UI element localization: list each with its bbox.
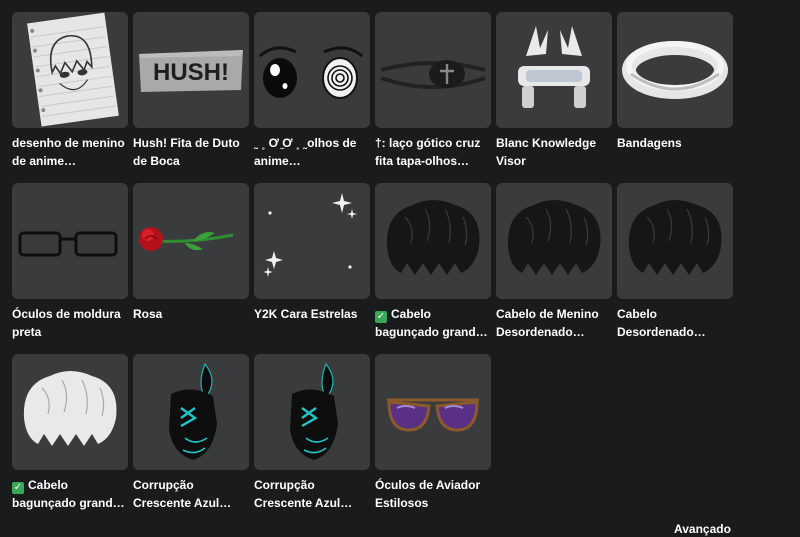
accessory-item[interactable]: Corrupção Crescente Azul… xyxy=(133,354,249,523)
svg-text:HUSH!: HUSH! xyxy=(153,59,229,86)
black-hair-icon xyxy=(628,200,722,275)
item-name: Rosa xyxy=(133,305,249,323)
black-hair-icon xyxy=(507,200,601,275)
accessory-item[interactable]: ˷ ˳ Ơ ̫Ơ ˳ ˷olhos de anime… xyxy=(254,12,370,181)
item-name: ✓ Cabelo bagunçado grand… xyxy=(375,305,491,341)
accessory-item[interactable]: ✓ Cabelo bagunçado grand… xyxy=(375,183,491,352)
item-name: Cabelo de Menino Desordenado… xyxy=(496,305,612,341)
stars-icon xyxy=(263,193,357,277)
accessory-item[interactable]: Bandagens xyxy=(617,12,733,181)
accessory-item[interactable]: Blanc Knowledge Visor xyxy=(496,12,612,181)
duct-tape-icon: HUSH! xyxy=(139,50,243,92)
item-name-text: Bandagens xyxy=(617,136,682,150)
rose-icon xyxy=(139,227,234,251)
corruption-icon xyxy=(169,362,217,460)
accessory-item[interactable]: Cabelo de Menino Desordenado… xyxy=(496,183,612,352)
item-thumbnail[interactable] xyxy=(254,183,370,299)
item-name-text: †: laço gótico cruz fita tapa-olhos… xyxy=(375,136,481,168)
item-name: Blanc Knowledge Visor xyxy=(496,134,612,170)
accessory-item[interactable]: Rosa xyxy=(133,183,249,352)
anime-eyes-icon xyxy=(259,46,363,99)
item-name: Óculos de Aviador Estilosos xyxy=(375,476,491,512)
equipped-check-icon: ✓ xyxy=(375,311,387,323)
item-thumbnail[interactable] xyxy=(375,354,491,470)
item-name: Y2K Cara Estrelas xyxy=(254,305,370,323)
item-name-text: Cabelo de Menino Desordenado… xyxy=(496,307,599,339)
gothic-eyepatch-icon xyxy=(380,60,486,89)
item-name-text: Óculos de moldura preta xyxy=(12,307,121,339)
item-name: Corrupção Crescente Azul… xyxy=(133,476,249,512)
item-thumbnail[interactable] xyxy=(617,183,733,299)
accessory-item[interactable]: HUSH! Hush! Fita de Duto de Boca xyxy=(133,12,249,181)
item-name-text: Cabelo Desordenado… xyxy=(617,307,706,339)
item-name-text: Óculos de Aviador Estilosos xyxy=(375,478,481,510)
item-thumbnail[interactable] xyxy=(254,354,370,470)
item-name: Bandagens xyxy=(617,134,733,152)
item-name: Hush! Fita de Duto de Boca xyxy=(133,134,249,170)
item-name: Corrupção Crescente Azul… xyxy=(254,476,370,512)
accessory-item[interactable]: Y2K Cara Estrelas xyxy=(254,183,370,352)
item-thumbnail[interactable] xyxy=(12,354,128,470)
item-name-text: Cabelo bagunçado grand… xyxy=(12,478,125,510)
item-thumbnail[interactable] xyxy=(375,183,491,299)
item-thumbnail[interactable] xyxy=(375,12,491,128)
item-name-text: Cabelo bagunçado grand… xyxy=(375,307,488,339)
sketch-paper-icon xyxy=(27,12,119,127)
black-glasses-icon xyxy=(18,231,118,257)
item-name-text: Corrupção Crescente Azul… xyxy=(254,478,353,510)
aviator-glasses-icon xyxy=(387,398,479,432)
accessory-grid: desenho de menino de anime… HUSH! Hush! F… xyxy=(12,12,733,523)
item-name-text: Corrupção Crescente Azul… xyxy=(133,478,232,510)
item-thumbnail[interactable] xyxy=(133,183,249,299)
accessory-item[interactable]: ✓ Cabelo bagunçado grand… xyxy=(12,354,128,523)
item-name-text: Y2K Cara Estrelas xyxy=(254,307,358,321)
item-name: Cabelo Desordenado… xyxy=(617,305,733,341)
item-name-text: Blanc Knowledge Visor xyxy=(496,136,597,168)
advanced-link[interactable]: Avançado xyxy=(674,522,731,536)
item-name: ✓ Cabelo bagunçado grand… xyxy=(12,476,128,512)
item-thumbnail[interactable] xyxy=(254,12,370,128)
accessory-item[interactable]: Cabelo Desordenado… xyxy=(617,183,733,352)
white-hair-icon xyxy=(23,371,117,446)
item-thumbnail[interactable] xyxy=(12,183,128,299)
accessory-item[interactable]: Óculos de moldura preta xyxy=(12,183,128,352)
item-thumbnail[interactable] xyxy=(12,12,128,128)
corruption-icon xyxy=(290,362,338,460)
black-hair-icon xyxy=(386,200,480,275)
item-name-text: Hush! Fita de Duto de Boca xyxy=(133,136,240,168)
item-name: †: laço gótico cruz fita tapa-olhos… xyxy=(375,134,491,170)
item-thumbnail[interactable] xyxy=(617,12,733,128)
item-thumbnail[interactable] xyxy=(496,183,612,299)
accessory-item[interactable]: †: laço gótico cruz fita tapa-olhos… xyxy=(375,12,491,181)
item-name-text: desenho de menino de anime… xyxy=(12,136,125,168)
visor-icon xyxy=(518,26,590,108)
equipped-check-icon: ✓ xyxy=(12,482,24,494)
accessory-item[interactable]: Óculos de Aviador Estilosos xyxy=(375,354,491,523)
item-thumbnail[interactable]: HUSH! xyxy=(133,12,249,128)
bandage-icon xyxy=(622,41,728,99)
accessory-item[interactable]: desenho de menino de anime… xyxy=(12,12,128,181)
item-name-text: Rosa xyxy=(133,307,163,321)
item-thumbnail[interactable] xyxy=(133,354,249,470)
item-name: ˷ ˳ Ơ ̫Ơ ˳ ˷olhos de anime… xyxy=(254,134,370,170)
item-name: desenho de menino de anime… xyxy=(12,134,128,170)
item-name: Óculos de moldura preta xyxy=(12,305,128,341)
accessory-item[interactable]: Corrupção Crescente Azul… xyxy=(254,354,370,523)
item-name-text: ˷ ˳ Ơ ̫Ơ ˳ ˷olhos de anime… xyxy=(254,136,357,168)
item-thumbnail[interactable] xyxy=(496,12,612,128)
